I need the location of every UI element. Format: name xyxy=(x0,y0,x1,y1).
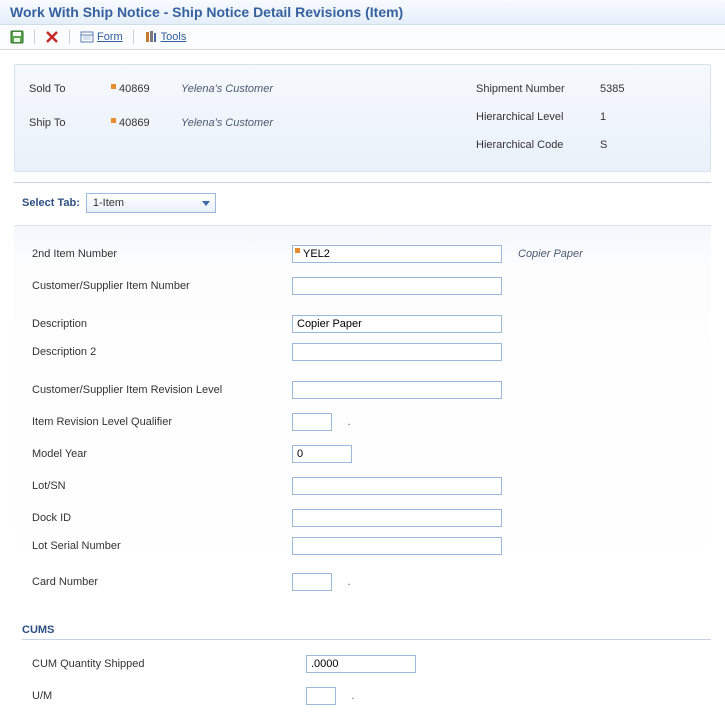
toolbar-separator xyxy=(34,30,35,44)
hierarchical-code-value: S xyxy=(596,139,607,151)
description2-input[interactable] xyxy=(292,343,502,361)
description-label: Description xyxy=(32,318,292,330)
tab-dropdown[interactable]: 1-Item xyxy=(86,193,216,213)
form-icon xyxy=(80,30,94,44)
sold-to-desc: Yelena's Customer xyxy=(181,83,273,95)
toolbar: Form Tools xyxy=(0,25,725,50)
model-year-label: Model Year xyxy=(32,448,292,460)
lot-sn-input[interactable] xyxy=(292,477,502,495)
save-button[interactable] xyxy=(6,28,28,46)
cum-qty-input[interactable] xyxy=(306,655,416,673)
divider xyxy=(14,182,711,183)
header-panel: Sold To 40869 Yelena's Customer Ship To … xyxy=(14,64,711,172)
revision-level-input[interactable] xyxy=(292,381,502,399)
tools-menu-label: Tools xyxy=(161,31,187,43)
ship-to-desc: Yelena's Customer xyxy=(181,117,273,129)
second-item-number-desc: Copier Paper xyxy=(518,248,583,260)
shipment-number-label: Shipment Number xyxy=(476,83,596,95)
hierarchical-level-value: 1 xyxy=(596,111,606,123)
page-title: Work With Ship Notice - Ship Notice Deta… xyxy=(0,0,725,25)
chevron-down-icon xyxy=(199,196,213,210)
cust-supplier-item-label: Customer/Supplier Item Number xyxy=(32,280,292,292)
cums-section: CUM Quantity Shipped U/M . xyxy=(0,640,725,710)
form-menu[interactable]: Form xyxy=(76,28,127,46)
cum-qty-label: CUM Quantity Shipped xyxy=(32,658,306,670)
tools-menu[interactable]: Tools xyxy=(140,28,191,46)
hierarchical-level-label: Hierarchical Level xyxy=(476,111,596,123)
sold-to-value: 40869 xyxy=(109,81,157,97)
second-item-number-input[interactable] xyxy=(292,245,502,263)
lot-sn-label: Lot/SN xyxy=(32,480,292,492)
shipment-number-value: 5385 xyxy=(596,83,624,95)
form-menu-label: Form xyxy=(97,31,123,43)
um-desc: . xyxy=(352,690,355,702)
toolbar-separator xyxy=(69,30,70,44)
card-number-desc: . xyxy=(348,576,351,588)
um-label: U/M xyxy=(32,690,306,702)
tools-icon xyxy=(144,30,158,44)
revision-qualifier-label: Item Revision Level Qualifier xyxy=(32,416,292,428)
sold-to-label: Sold To xyxy=(29,83,109,95)
dock-id-label: Dock ID xyxy=(32,512,292,524)
cust-supplier-item-input[interactable] xyxy=(292,277,502,295)
model-year-input[interactable] xyxy=(292,445,352,463)
description-input[interactable] xyxy=(292,315,502,333)
revision-level-label: Customer/Supplier Item Revision Level xyxy=(32,384,292,396)
hierarchical-code-label: Hierarchical Code xyxy=(476,139,596,151)
toolbar-separator xyxy=(133,30,134,44)
revision-qualifier-input[interactable] xyxy=(292,413,332,431)
ship-to-label: Ship To xyxy=(29,117,109,129)
cancel-button[interactable] xyxy=(41,28,63,46)
ship-to-value: 40869 xyxy=(109,115,157,131)
save-icon xyxy=(10,30,24,44)
form-body: 2nd Item Number Copier Paper Customer/Su… xyxy=(14,225,711,610)
second-item-number-label: 2nd Item Number xyxy=(32,248,292,260)
select-tab-label: Select Tab: xyxy=(22,197,80,209)
um-input[interactable] xyxy=(306,687,336,705)
dock-id-input[interactable] xyxy=(292,509,502,527)
description2-label: Description 2 xyxy=(32,346,292,358)
lot-serial-input[interactable] xyxy=(292,537,502,555)
close-icon xyxy=(45,30,59,44)
card-number-label: Card Number xyxy=(32,576,292,588)
cums-section-title: CUMS xyxy=(22,624,711,640)
tab-dropdown-value: 1-Item xyxy=(93,197,124,209)
revision-qualifier-desc: . xyxy=(348,416,351,428)
card-number-input[interactable] xyxy=(292,573,332,591)
lot-serial-label: Lot Serial Number xyxy=(32,540,292,552)
